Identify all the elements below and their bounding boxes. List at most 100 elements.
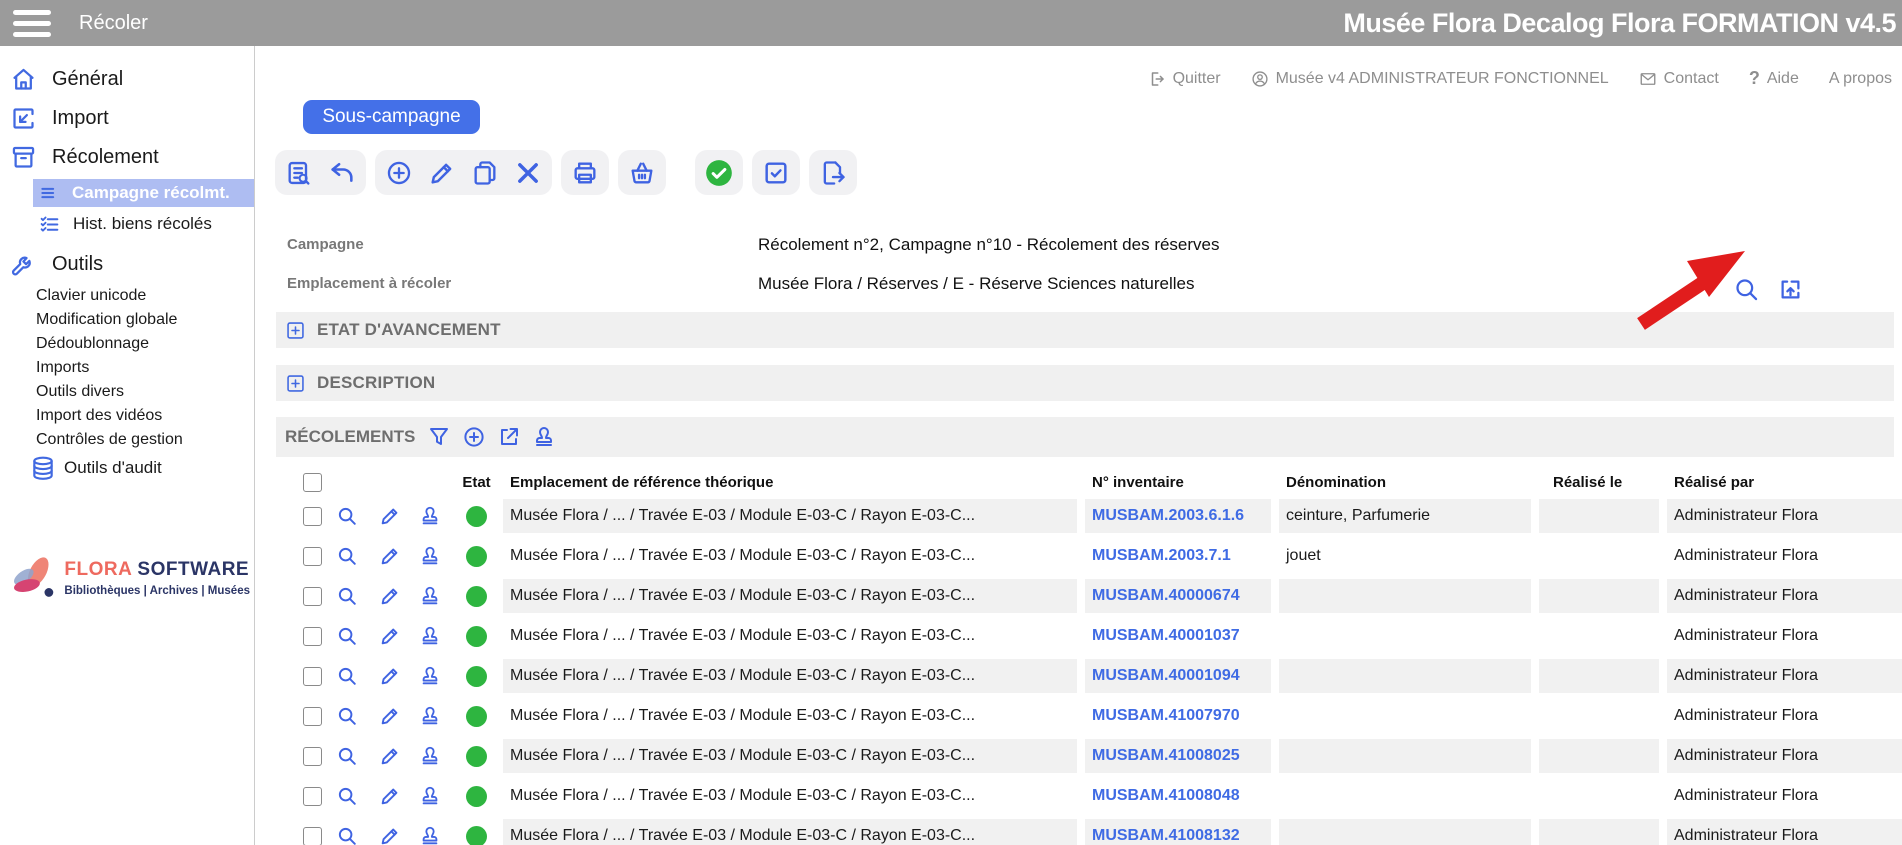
export-icon[interactable] — [819, 159, 847, 187]
inventory-link[interactable]: MUSBAM.41008025 — [1092, 747, 1240, 765]
checkbox-check-icon[interactable] — [762, 159, 790, 187]
expand-plus-icon[interactable] — [285, 320, 306, 341]
edit-pencil-icon[interactable] — [379, 785, 401, 807]
stamp-icon[interactable] — [419, 585, 441, 607]
tab-sous-campagne[interactable]: Sous-campagne — [303, 100, 480, 134]
sidebar-item-import[interactable]: Import — [0, 99, 254, 138]
view-search-icon[interactable] — [336, 785, 358, 807]
add-circle-icon[interactable] — [462, 425, 486, 449]
inventory-link[interactable]: MUSBAM.41008048 — [1092, 787, 1240, 805]
edit-pencil-icon[interactable] — [379, 585, 401, 607]
filter-funnel-icon[interactable] — [427, 425, 451, 449]
stamp-icon[interactable] — [419, 665, 441, 687]
row-checkbox[interactable] — [303, 587, 322, 606]
apropos-link[interactable]: A propos — [1829, 70, 1892, 88]
sidebar-item-outils[interactable]: Outils — [0, 245, 254, 284]
sidebar-item-hist-biens-recoles[interactable]: Hist. biens récolés — [33, 209, 254, 239]
cell-denomination — [1279, 779, 1531, 813]
view-search-icon[interactable] — [336, 545, 358, 567]
validate-check-icon[interactable] — [705, 159, 733, 187]
sidebar-item-dedoublonnage[interactable]: Dédoublonnage — [36, 332, 254, 356]
table-body: Musée Flora / ... / Travée E-03 / Module… — [255, 499, 1902, 845]
user-menu[interactable]: Musée v4 ADMINISTRATEUR FONCTIONNEL — [1251, 70, 1609, 88]
view-search-icon[interactable] — [336, 625, 358, 647]
sidebar-item-imports[interactable]: Imports — [36, 356, 254, 380]
sidebar-item-outils-divers[interactable]: Outils divers — [36, 380, 254, 404]
row-checkbox[interactable] — [303, 507, 322, 526]
edit-pencil-icon[interactable] — [379, 705, 401, 727]
recolements-actions — [427, 425, 556, 449]
row-checkbox[interactable] — [303, 667, 322, 686]
row-checkbox[interactable] — [303, 547, 322, 566]
hamburger-menu-icon[interactable] — [13, 10, 51, 37]
row-checkbox[interactable] — [303, 627, 322, 646]
cell-emplacement: Musée Flora / ... / Travée E-03 / Module… — [503, 699, 1077, 733]
section-description[interactable]: DESCRIPTION — [276, 365, 1894, 401]
stamp-icon[interactable] — [419, 625, 441, 647]
select-all-checkbox[interactable] — [303, 473, 322, 492]
sidebar-item-outils-audit[interactable]: Outils d'audit — [30, 455, 254, 481]
cell-denomination: jouet — [1279, 539, 1531, 573]
view-search-icon[interactable] — [336, 505, 358, 527]
view-search-icon[interactable] — [336, 825, 358, 845]
sidebar-item-general[interactable]: Général — [0, 60, 254, 99]
copy-icon[interactable] — [471, 159, 499, 187]
sidebar-item-controles-de-gestion[interactable]: Contrôles de gestion — [36, 428, 254, 452]
delete-x-icon[interactable] — [514, 159, 542, 187]
aide-link[interactable]: ? Aide — [1749, 68, 1799, 89]
expand-plus-icon[interactable] — [285, 373, 306, 394]
section-etat-avancement[interactable]: ETAT D'AVANCEMENT — [276, 312, 1894, 348]
add-circle-icon[interactable] — [385, 159, 413, 187]
edit-pencil-icon[interactable] — [379, 825, 401, 845]
inventory-link[interactable]: MUSBAM.2003.6.1.6 — [1092, 507, 1244, 525]
table-row: Musée Flora / ... / Travée E-03 / Module… — [255, 819, 1902, 845]
view-search-icon[interactable] — [336, 705, 358, 727]
edit-pencil-icon[interactable] — [428, 159, 456, 187]
list-search-icon[interactable] — [285, 159, 313, 187]
edit-pencil-icon[interactable] — [379, 505, 401, 527]
inventory-link[interactable]: MUSBAM.41008132 — [1092, 827, 1240, 845]
stamp-icon[interactable] — [419, 785, 441, 807]
open-window-up-icon[interactable] — [1777, 276, 1804, 303]
basket-icon[interactable] — [628, 159, 656, 187]
table-row: Musée Flora / ... / Travée E-03 / Module… — [255, 699, 1902, 733]
user-circle-icon — [1251, 70, 1269, 88]
view-search-icon[interactable] — [336, 745, 358, 767]
contact-link[interactable]: Contact — [1639, 70, 1719, 88]
stamp-icon[interactable] — [532, 425, 556, 449]
row-checkbox[interactable] — [303, 747, 322, 766]
sidebar-item-clavier-unicode[interactable]: Clavier unicode — [36, 284, 254, 308]
sidebar-item-modification-globale[interactable]: Modification globale — [36, 308, 254, 332]
sidebar-item-import-des-videos[interactable]: Import des vidéos — [36, 404, 254, 428]
cell-emplacement: Musée Flora / ... / Travée E-03 / Module… — [503, 659, 1077, 693]
stamp-icon[interactable] — [419, 825, 441, 845]
undo-icon[interactable] — [328, 159, 356, 187]
edit-pencil-icon[interactable] — [379, 625, 401, 647]
sidebar-item-campagne-recolmt[interactable]: Campagne récolmt. — [33, 179, 254, 207]
row-checkbox[interactable] — [303, 787, 322, 806]
inventory-link[interactable]: MUSBAM.40001037 — [1092, 627, 1240, 645]
search-icon[interactable] — [1733, 276, 1760, 303]
print-icon[interactable] — [571, 159, 599, 187]
stamp-icon[interactable] — [419, 545, 441, 567]
stamp-icon[interactable] — [419, 705, 441, 727]
inventory-link[interactable]: MUSBAM.40000674 — [1092, 587, 1240, 605]
stamp-icon[interactable] — [419, 745, 441, 767]
row-checkbox[interactable] — [303, 827, 322, 845]
quitter-link[interactable]: Quitter — [1148, 70, 1221, 88]
inventory-link[interactable]: MUSBAM.2003.7.1 — [1092, 547, 1231, 565]
envelope-icon — [1639, 70, 1657, 88]
external-link-icon[interactable] — [497, 425, 521, 449]
sidebar-item-recolement[interactable]: Récolement — [0, 138, 254, 177]
edit-pencil-icon[interactable] — [379, 545, 401, 567]
row-checkbox[interactable] — [303, 707, 322, 726]
view-search-icon[interactable] — [336, 585, 358, 607]
status-dot-green — [466, 666, 487, 687]
edit-pencil-icon[interactable] — [379, 665, 401, 687]
status-dot-green — [466, 826, 487, 845]
inventory-link[interactable]: MUSBAM.41007970 — [1092, 707, 1240, 725]
inventory-link[interactable]: MUSBAM.40001094 — [1092, 667, 1240, 685]
edit-pencil-icon[interactable] — [379, 745, 401, 767]
stamp-icon[interactable] — [419, 505, 441, 527]
view-search-icon[interactable] — [336, 665, 358, 687]
